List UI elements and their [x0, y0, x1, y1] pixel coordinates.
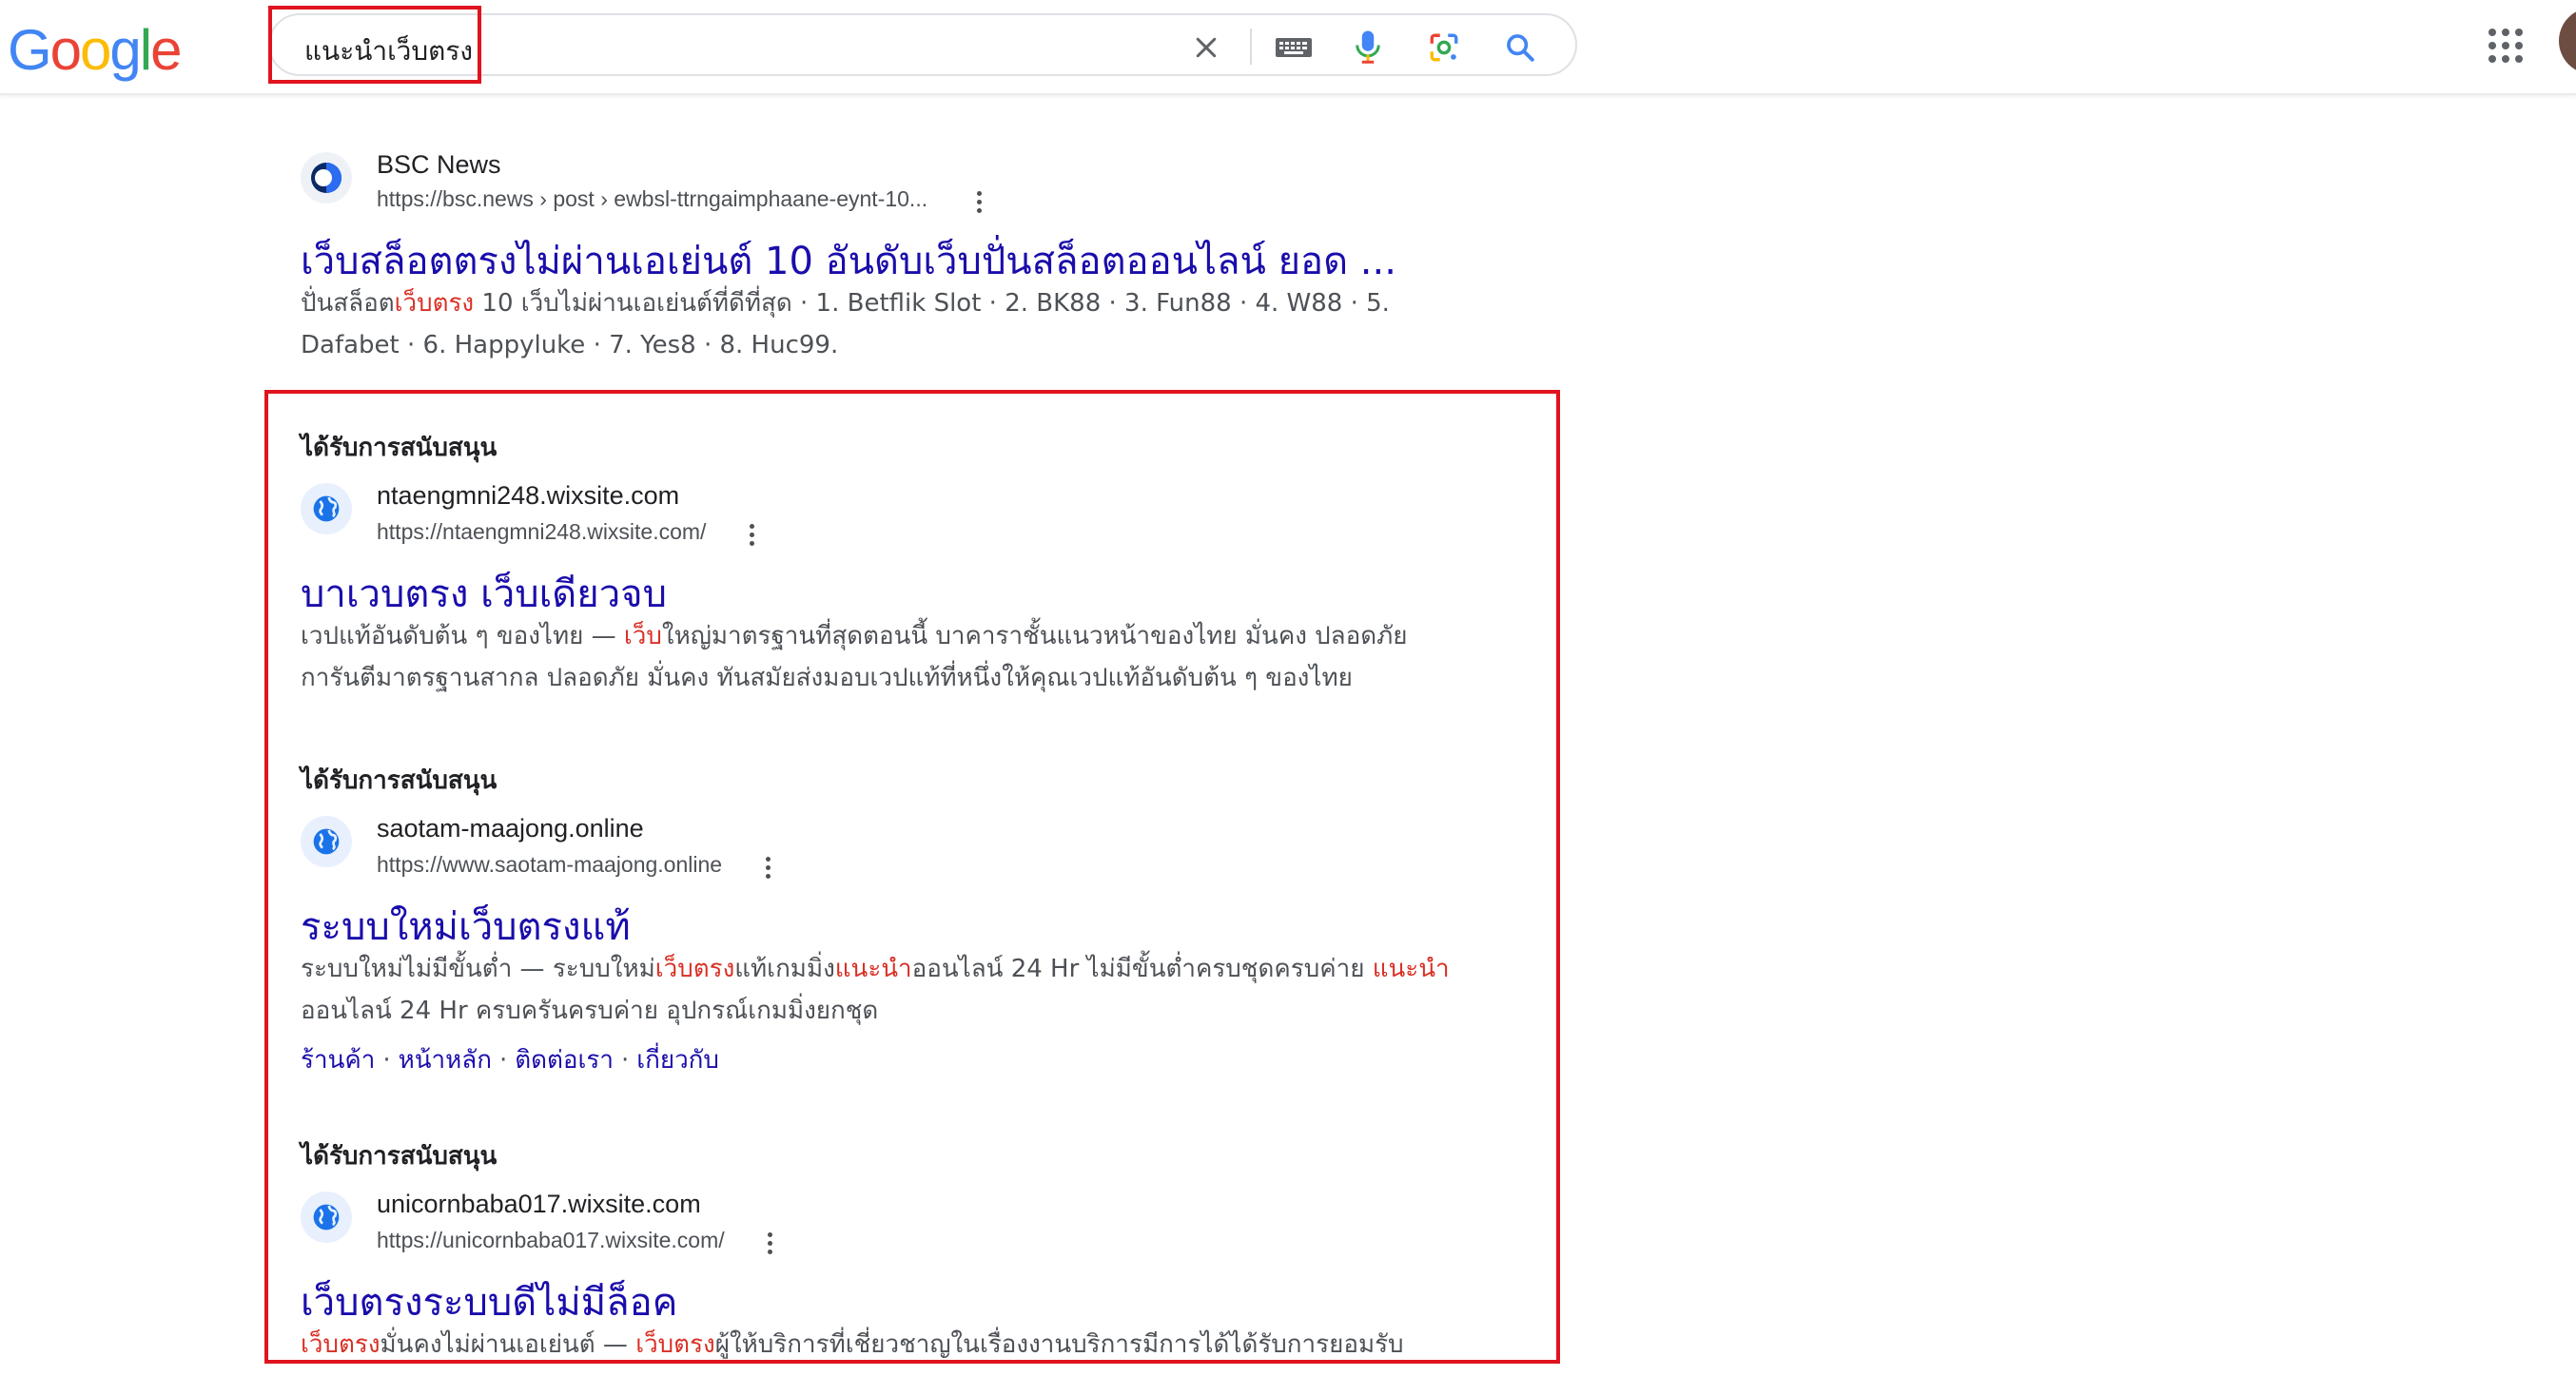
logo-letter: l: [139, 18, 152, 82]
logo-letter: o: [80, 18, 111, 82]
more-options-icon[interactable]: [765, 1230, 774, 1258]
microphone-icon[interactable]: [1347, 27, 1389, 68]
globe-icon: [301, 483, 352, 534]
separator: ·: [620, 1046, 630, 1075]
snippet-text: ใหญ่มาตรฐานที่สุดตอนนี้ บาคาราชั้นแนวหน้…: [661, 622, 1408, 650]
result-snippet-line-2: ออนไลน์ 24 Hr ครบครันครบค่าย อุปกรณ์เกมม…: [301, 997, 879, 1025]
snippet-text: ปั่นสล็อต: [301, 289, 395, 318]
site-url[interactable]: https://unicornbaba017.wixsite.com/: [377, 1228, 725, 1253]
result-snippet-line-1: ปั่นสล็อตเว็บตรง 10 เว็บไม่ผ่านเอเย่นต์ท…: [301, 282, 1390, 324]
result-snippet-line-1: เวปแท้อันดับต้น ๆ ของไทย — เว็บใหญ่มาตรฐ…: [301, 615, 1407, 657]
separator: ·: [498, 1046, 508, 1075]
result-snippet-line-2: การันตีมาตรฐานสากล ปลอดภัย มั่นคง ทันสมั…: [301, 664, 1353, 692]
result-snippet-line-2: Dafabet · 6. Happyluke · 7. Yes8 · 8. Hu…: [301, 331, 839, 359]
snippet-highlight: แนะนำ: [834, 955, 912, 983]
sitelink-home[interactable]: หน้าหลัก: [399, 1046, 492, 1075]
logo-letter: e: [150, 18, 182, 82]
result-snippet-line-1: ระบบใหม่ไม่มีขั้นต่ำ — ระบบใหม่เว็บตรงแท…: [301, 948, 1450, 990]
sitelink-about[interactable]: เกี่ยวกับ: [636, 1046, 719, 1075]
globe-icon: [301, 816, 352, 867]
snippet-text: ออนไลน์ 24 Hr ไม่มีขั้นต่ำครบชุดครบค่าย: [911, 955, 1373, 983]
snippet-highlight: เว็บตรง: [301, 1330, 381, 1359]
more-options-icon[interactable]: [763, 854, 772, 882]
globe-icon: [301, 1192, 352, 1243]
snippet-highlight: เว็บ: [623, 622, 662, 650]
sitelink-contact[interactable]: ติดต่อเรา: [515, 1046, 614, 1075]
search-divider: [1250, 29, 1252, 65]
result-snippet-line-1: เว็บตรงมั่นคงไม่ผ่านเอเย่นต์ — เว็บตรงผู…: [301, 1324, 1404, 1366]
sponsored-label: ได้รับการสนับสนุน: [301, 1142, 498, 1171]
keyboard-icon[interactable]: [1273, 27, 1315, 68]
snippet-text: เวปแท้อันดับต้น ๆ ของไทย —: [301, 622, 624, 650]
snippet-text: ผู้ให้บริการที่เชี่ยวชาญในเรื่องงานบริกา…: [714, 1330, 1404, 1359]
site-url[interactable]: https://ntaengmni248.wixsite.com/: [377, 519, 706, 545]
top-header: Google แนะนำเว็บตรง: [0, 0, 2576, 95]
google-lens-icon[interactable]: [1423, 27, 1465, 68]
logo-letter: o: [49, 18, 82, 82]
site-name[interactable]: saotam-maajong.online: [377, 814, 644, 843]
snippet-text: 10 เว็บไม่ผ่านเอเย่นต์ที่ดีที่สุด · 1. B…: [474, 289, 1390, 318]
site-name[interactable]: BSC News: [377, 150, 501, 180]
snippet-text: ระบบใหม่ไม่มีขั้นต่ำ — ระบบใหม่: [301, 955, 655, 983]
snippet-text: มั่นคงไม่ผ่านเอเย่นต์ —: [380, 1330, 636, 1359]
avatar[interactable]: [2559, 8, 2576, 74]
search-icon[interactable]: [1499, 27, 1541, 68]
sponsored-label: ได้รับการสนับสนุน: [301, 434, 498, 462]
more-options-icon[interactable]: [974, 188, 984, 217]
clear-icon[interactable]: [1185, 27, 1227, 68]
site-name[interactable]: ntaengmni248.wixsite.com: [377, 481, 679, 511]
apps-grid-icon[interactable]: [2487, 27, 2525, 65]
query-highlight-box: [268, 6, 481, 84]
logo-letter: G: [8, 18, 52, 82]
snippet-highlight: แนะนำ: [1372, 955, 1450, 983]
separator: ·: [382, 1046, 391, 1075]
site-url[interactable]: https://www.saotam-maajong.online: [377, 852, 722, 878]
logo-letter: g: [109, 18, 141, 82]
snippet-highlight: เว็บตรง: [635, 1330, 715, 1359]
google-logo[interactable]: Google: [8, 17, 183, 84]
bsc-news-favicon-icon: [301, 152, 352, 203]
site-url[interactable]: https://bsc.news › post › ewbsl-ttrngaim…: [377, 186, 927, 212]
sitelink-shop[interactable]: ร้านค้า: [301, 1046, 375, 1075]
sponsored-label: ได้รับการสนับสนุน: [301, 766, 498, 795]
site-name[interactable]: unicornbaba017.wixsite.com: [377, 1190, 701, 1219]
snippet-highlight: เว็บตรง: [394, 289, 475, 318]
more-options-icon[interactable]: [747, 521, 756, 550]
sitelinks: ร้านค้า · หน้าหลัก · ติดต่อเรา · เกี่ยวกับ: [301, 1040, 719, 1079]
snippet-highlight: เว็บตรง: [654, 955, 735, 983]
snippet-text: แท้เกมมิ่ง: [734, 955, 835, 983]
